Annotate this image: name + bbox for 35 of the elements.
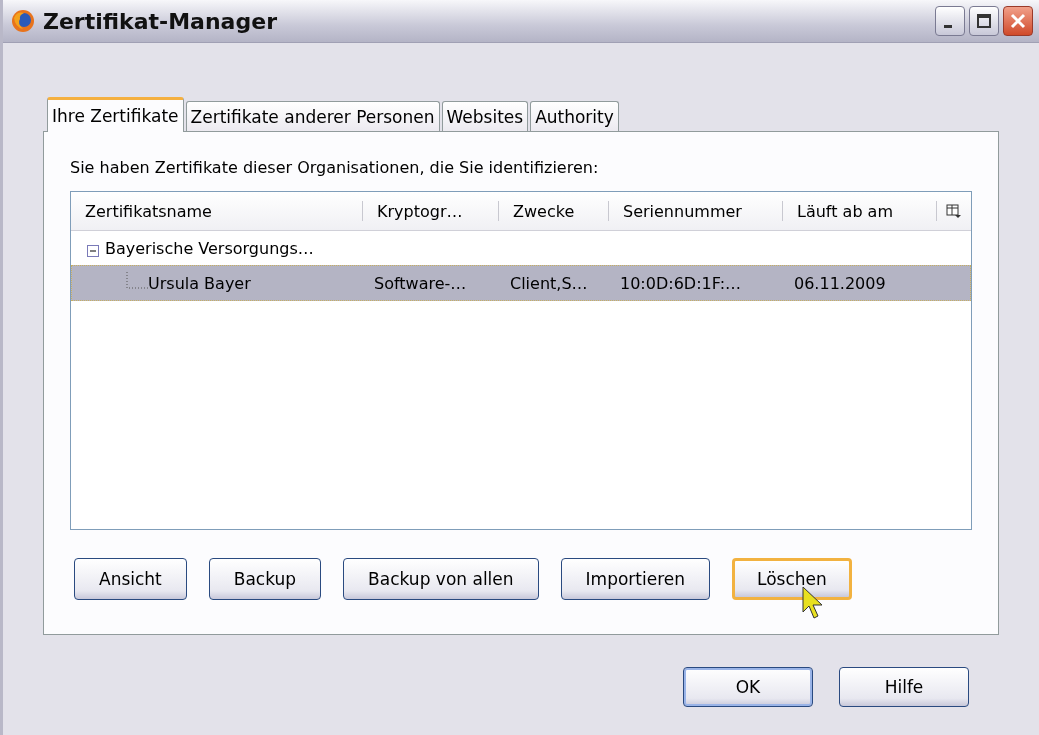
minimize-button[interactable] [935,6,965,36]
action-button[interactable]: Backup [208,558,322,600]
tab[interactable]: Ihre Zertifikate [47,97,184,132]
action-button[interactable]: Backup von allen [343,558,539,600]
tab[interactable]: Authority [530,101,619,131]
column-header[interactable]: Seriennummer [609,201,783,221]
mouse-pointer-icon [802,586,825,622]
minimize-icon [944,24,952,28]
action-button[interactable]: Löschen [732,558,852,600]
dialog-button[interactable]: OK [683,667,813,707]
action-button[interactable]: Ansicht [74,558,187,600]
table-cell-text: Software-… [373,273,468,293]
maximize-button[interactable] [969,6,999,36]
table-cell-text: 10:0D:6D:1F:… [619,273,743,293]
tree-row[interactable]: Ursula Bayer Software-… Client,S… 10:0D:6D:1F:… 06.11.2009 [71,265,971,301]
tab[interactable]: Zertifikate anderer Personen [185,101,440,131]
action-button[interactable]: Importieren [560,558,711,600]
description-text: Sie haben Zertifikate dieser Organisationen, die Sie identifizieren: [70,158,600,177]
column-header[interactable]: Zertifikatsname [71,201,363,221]
table-cell: Bayerische Versorgungs… [105,238,314,258]
collapse-icon[interactable] [87,242,99,254]
column-header[interactable]: Läuft ab am [783,201,937,221]
maximize-icon [976,13,992,29]
tab[interactable]: Websites [441,101,529,131]
close-button[interactable] [1003,6,1033,36]
globe-icon [11,9,35,33]
table-cell-text: 06.11.2009 [793,273,887,293]
tree-row[interactable]: Bayerische Versorgungs… [71,231,971,265]
column-header[interactable]: Kryptogr… [363,201,499,221]
table-cell-text: Client,S… [509,273,589,293]
column-header[interactable]: Zwecke [499,201,609,221]
close-icon [1010,13,1026,29]
dialog-button[interactable]: Hilfe [839,667,969,707]
window-title: Zertifikat-Manager [43,8,278,34]
table-cell: Ursula Bayer [148,273,251,293]
